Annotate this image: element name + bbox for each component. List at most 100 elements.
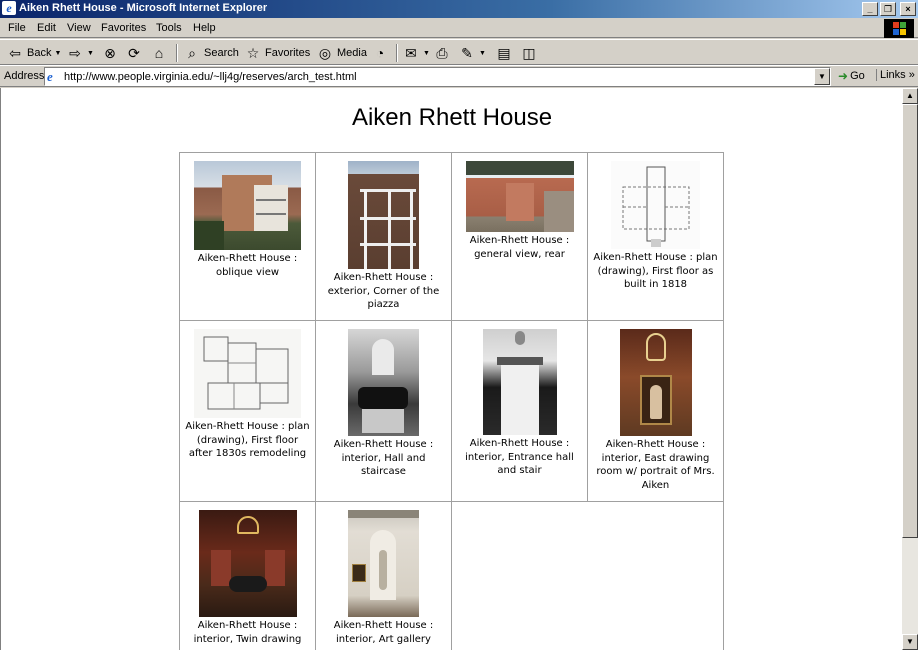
- toolbar-separator: [396, 44, 398, 62]
- thumbnail-east-drawing-room[interactable]: [619, 329, 692, 436]
- forward-dropdown-icon[interactable]: ▼: [87, 50, 94, 57]
- address-input[interactable]: e http://www.people.virginia.edu/~llj4g/…: [44, 67, 831, 86]
- menu-favorites[interactable]: Favorites: [101, 22, 146, 34]
- scroll-up-icon[interactable]: ▲: [902, 88, 918, 104]
- ie-icon: e: [2, 1, 16, 15]
- toolbar-separator: [176, 44, 178, 62]
- search-label: Search: [204, 47, 239, 59]
- forward-arrow-icon: ⇨: [69, 45, 81, 61]
- gallery-cell: Aiken-Rhett House : interior, Hall and s…: [315, 320, 452, 502]
- menu-file[interactable]: File: [8, 22, 26, 34]
- caption[interactable]: Aiken-Rhett House : interior, Entrance h…: [456, 437, 583, 478]
- thumbnail-hall-staircase[interactable]: [348, 329, 419, 436]
- go-arrow-icon: ➜: [838, 69, 849, 83]
- caption[interactable]: Aiken-Rhett House : interior, Hall and s…: [320, 438, 447, 479]
- messenger-icon: ◫: [522, 45, 536, 61]
- favorites-label: Favorites: [265, 47, 311, 59]
- address-dropdown-icon[interactable]: ▼: [814, 68, 830, 85]
- go-button[interactable]: ➜ Go: [838, 69, 865, 83]
- print-icon: ⎙: [436, 45, 448, 61]
- caption[interactable]: Aiken-Rhett House : interior, East drawi…: [592, 438, 719, 492]
- back-label: Back: [27, 47, 52, 59]
- refresh-button[interactable]: ⟳: [125, 43, 143, 63]
- caption[interactable]: Aiken-Rhett House : general view, rear: [456, 234, 583, 261]
- maximize-button[interactable]: ❐: [880, 2, 896, 16]
- mail-icon: ✉: [405, 45, 417, 61]
- home-button[interactable]: ⌂: [150, 43, 168, 63]
- media-label: Media: [337, 47, 367, 59]
- history-icon: ◔: [375, 45, 385, 61]
- caption[interactable]: Aiken-Rhett House : plan (drawing), Firs…: [592, 251, 719, 292]
- edit-dropdown-icon[interactable]: ▼: [479, 50, 486, 57]
- edit-button[interactable]: ✎ ▼: [458, 43, 486, 63]
- gallery-cell: Aiken-Rhett House : plan (drawing), Firs…: [179, 320, 316, 502]
- menu-bar: File Edit View Favorites Tools Help: [0, 18, 918, 38]
- stop-button[interactable]: ⊗: [101, 43, 119, 63]
- thumbnail-oblique-view[interactable]: [194, 161, 301, 250]
- gallery-cell: Aiken-Rhett House : exterior, Corner of …: [315, 152, 452, 321]
- caption[interactable]: Aiken-Rhett House : interior, Twin drawi…: [184, 619, 311, 646]
- menu-tools[interactable]: Tools: [156, 22, 182, 34]
- scrollbar-thumb[interactable]: [902, 104, 918, 538]
- media-button[interactable]: ◎ Media: [316, 43, 367, 63]
- vertical-scrollbar[interactable]: ▲ ▼: [902, 88, 918, 650]
- address-label: Address: [4, 70, 45, 82]
- thumbnail-twin-drawing[interactable]: [198, 510, 297, 617]
- menu-view[interactable]: View: [67, 22, 91, 34]
- caption[interactable]: Aiken-Rhett House : plan (drawing), Firs…: [184, 420, 311, 461]
- page-heading: Aiken Rhett House: [351, 104, 553, 131]
- thumbnail-art-gallery[interactable]: [348, 510, 419, 617]
- chevron-right-icon: »: [908, 69, 915, 81]
- links-button[interactable]: Links »: [876, 69, 915, 81]
- scroll-down-icon[interactable]: ▼: [902, 634, 918, 650]
- forward-button[interactable]: ⇨ ▼: [66, 43, 94, 63]
- caption[interactable]: Aiken-Rhett House : oblique view: [184, 252, 311, 279]
- media-icon: ◎: [318, 45, 332, 61]
- mail-dropdown-icon[interactable]: ▼: [423, 50, 430, 57]
- history-button[interactable]: ◔: [371, 43, 389, 63]
- back-arrow-icon: ⇦: [9, 45, 21, 61]
- gallery-cell: Aiken-Rhett House : general view, rear: [451, 152, 588, 321]
- menu-help[interactable]: Help: [193, 22, 216, 34]
- back-button[interactable]: ⇦ Back ▼: [6, 43, 61, 63]
- standard-toolbar: ⇦ Back ▼ ⇨ ▼ ⊗ ⟳ ⌂ ⌕ Search ☆ Favorites …: [0, 39, 918, 65]
- caption[interactable]: Aiken-Rhett House : interior, Art galler…: [320, 619, 447, 646]
- caption[interactable]: Aiken-Rhett House : exterior, Corner of …: [320, 271, 447, 312]
- messenger-button[interactable]: ◫: [520, 43, 538, 63]
- gallery-cell: Aiken-Rhett House : interior, East drawi…: [587, 320, 724, 502]
- floor-plan-drawing: [622, 166, 690, 247]
- home-icon: ⌂: [154, 45, 164, 61]
- gallery-cell: Aiken-Rhett House : interior, Art galler…: [315, 501, 452, 650]
- favorites-button[interactable]: ☆ Favorites: [244, 43, 311, 63]
- page-viewport: Aiken Rhett House Aiken-Rhett House : ob…: [0, 88, 902, 650]
- search-icon: ⌕: [188, 45, 196, 61]
- address-url[interactable]: http://www.people.virginia.edu/~llj4g/re…: [64, 71, 357, 83]
- thumbnail-plan-1818[interactable]: [611, 161, 700, 249]
- go-label: Go: [850, 70, 865, 82]
- thumbnail-entrance-hall[interactable]: [482, 329, 557, 435]
- search-button[interactable]: ⌕ Search: [183, 43, 239, 63]
- title-bar: e Aiken Rhett House - Microsoft Internet…: [0, 0, 918, 18]
- thumbnail-general-view-rear[interactable]: [465, 161, 574, 232]
- gallery-cell: Aiken-Rhett House : oblique view: [179, 152, 316, 321]
- links-label: Links: [880, 69, 906, 81]
- thumbnail-corner-piazza[interactable]: [348, 161, 419, 269]
- gallery-cell: Aiken-Rhett House : interior, Twin drawi…: [179, 501, 316, 650]
- back-dropdown-icon[interactable]: ▼: [54, 50, 61, 57]
- gallery-cell: Aiken-Rhett House : interior, Entrance h…: [451, 320, 588, 502]
- menu-edit[interactable]: Edit: [37, 22, 56, 34]
- thumbnail-plan-1830s[interactable]: [194, 329, 301, 418]
- address-bar: Address e http://www.people.virginia.edu…: [0, 65, 918, 87]
- windows-logo-icon: [884, 19, 914, 38]
- discuss-icon: ▤: [497, 45, 511, 61]
- empty-cell: [587, 501, 724, 650]
- minimize-button[interactable]: _: [862, 2, 878, 16]
- mail-button[interactable]: ✉ ▼: [402, 43, 430, 63]
- floor-plan-drawing: [203, 336, 289, 410]
- edit-icon: ✎: [461, 45, 473, 61]
- favorites-star-icon: ☆: [246, 45, 260, 61]
- discuss-button[interactable]: ▤: [495, 43, 513, 63]
- stop-icon: ⊗: [104, 45, 116, 61]
- print-button[interactable]: ⎙: [433, 43, 451, 63]
- close-button[interactable]: ×: [900, 2, 916, 16]
